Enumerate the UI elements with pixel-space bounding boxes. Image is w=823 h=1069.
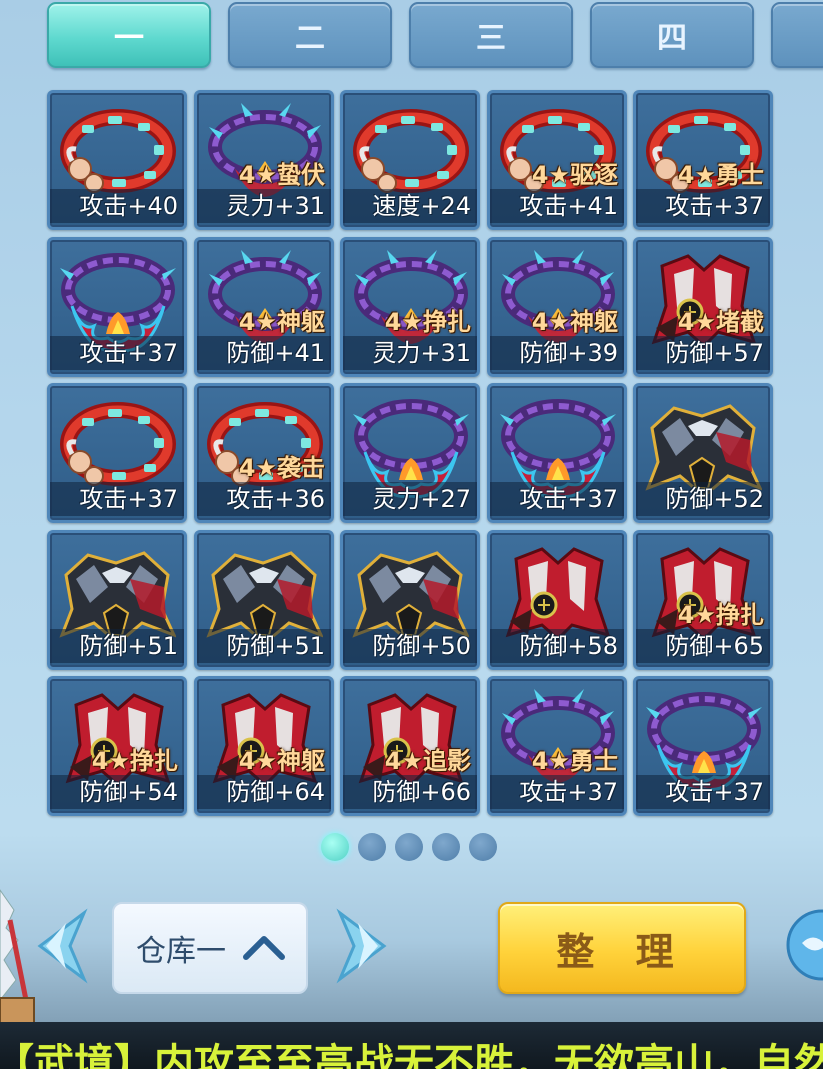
- item-slot-1[interactable]: 攻击+40: [47, 90, 187, 230]
- item-set-tag: 4★勇士: [531, 747, 618, 775]
- item-slot-22[interactable]: 4★神躯 防御+64: [194, 676, 334, 816]
- item-set-tag: 4★神躯: [238, 308, 325, 336]
- item-slot-20[interactable]: 4★挣扎 防御+65: [633, 530, 773, 670]
- item-stat: 攻击+37: [636, 189, 770, 223]
- ticker-text: 【武境】内攻至至高战无不胜，无欲高山，自然: [0, 1041, 823, 1069]
- item-set-tag: 4★堵截: [677, 308, 764, 336]
- chevron-up-icon: [243, 936, 285, 960]
- item-stat: 防御+51: [197, 629, 331, 663]
- item-slot-17[interactable]: 防御+51: [194, 530, 334, 670]
- item-stat: 攻击+40: [50, 189, 184, 223]
- item-stat: 防御+51: [50, 629, 184, 663]
- tab-3-label: 三: [476, 21, 506, 56]
- sort-button-label: 整 理: [556, 929, 688, 974]
- item-slot-10[interactable]: 4★堵截 防御+57: [633, 237, 773, 377]
- item-slot-9[interactable]: 4★神躯 防御+39: [487, 237, 627, 377]
- item-slot-3[interactable]: 速度+24: [340, 90, 480, 230]
- announcement-ticker: 【武境】内攻至至高战无不胜，无欲高山，自然: [0, 1022, 823, 1069]
- item-stat: 攻击+37: [50, 336, 184, 370]
- item-set-tag: 4★神躯: [531, 308, 618, 336]
- item-set-tag: 4★袭击: [238, 454, 325, 482]
- item-stat: 灵力+31: [343, 336, 477, 370]
- page-dot-3[interactable]: [395, 833, 423, 861]
- item-slot-25[interactable]: 攻击+37: [633, 676, 773, 816]
- tab-1[interactable]: 一: [47, 2, 211, 68]
- item-slot-14[interactable]: 攻击+37: [487, 383, 627, 523]
- sort-button[interactable]: 整 理: [498, 902, 746, 994]
- item-stat: 防御+39: [490, 336, 624, 370]
- tab-4[interactable]: 四: [590, 2, 754, 68]
- item-stat: 防御+65: [636, 629, 770, 663]
- item-stat: 防御+52: [636, 482, 770, 516]
- item-set-tag: 4★驱逐: [531, 161, 618, 189]
- item-stat: 攻击+41: [490, 189, 624, 223]
- storage-select[interactable]: 仓库一: [112, 902, 308, 994]
- item-set-tag: 4★蛰伏: [238, 161, 325, 189]
- item-set-tag: 4★追影: [384, 747, 471, 775]
- page-dot-2[interactable]: [358, 833, 386, 861]
- category-tabs: 一 二 三 四: [47, 2, 823, 70]
- page-dot-5[interactable]: [469, 833, 497, 861]
- tab-4-label: 四: [657, 21, 687, 56]
- item-stat: 防御+64: [197, 775, 331, 809]
- item-stat: 防御+57: [636, 336, 770, 370]
- arrow-left-icon[interactable]: [26, 905, 88, 987]
- item-stat: 速度+24: [343, 189, 477, 223]
- item-set-tag: 4★神躯: [238, 747, 325, 775]
- item-stat: 防御+58: [490, 629, 624, 663]
- item-stat: 防御+50: [343, 629, 477, 663]
- item-slot-12[interactable]: 4★袭击 攻击+36: [194, 383, 334, 523]
- item-slot-16[interactable]: 防御+51: [47, 530, 187, 670]
- item-slot-7[interactable]: 4★神躯 防御+41: [194, 237, 334, 377]
- item-slot-13[interactable]: 灵力+27: [340, 383, 480, 523]
- page-dot-1[interactable]: [321, 833, 349, 861]
- item-stat: 攻击+36: [197, 482, 331, 516]
- item-slot-21[interactable]: 4★挣扎 防御+54: [47, 676, 187, 816]
- tab-1-label: 一: [114, 21, 144, 56]
- item-slot-5[interactable]: 4★勇士 攻击+37: [633, 90, 773, 230]
- arrow-right-icon[interactable]: [336, 905, 398, 987]
- item-set-tag: 4★挣扎: [91, 747, 178, 775]
- item-stat: 灵力+27: [343, 482, 477, 516]
- item-slot-15[interactable]: 防御+52: [633, 383, 773, 523]
- item-stat: 防御+66: [343, 775, 477, 809]
- item-set-tag: 4★挣扎: [384, 308, 471, 336]
- item-slot-18[interactable]: 防御+50: [340, 530, 480, 670]
- tab-2-label: 二: [295, 21, 325, 56]
- storage-label: 仓库一: [136, 934, 226, 969]
- tab-3[interactable]: 三: [409, 2, 573, 68]
- item-set-tag: 4★挣扎: [677, 601, 764, 629]
- item-stat: 防御+54: [50, 775, 184, 809]
- item-stat: 防御+41: [197, 336, 331, 370]
- item-slot-23[interactable]: 4★追影 防御+66: [340, 676, 480, 816]
- page-dot-4[interactable]: [432, 833, 460, 861]
- item-stat: 攻击+37: [636, 775, 770, 809]
- item-slot-2[interactable]: 4★蛰伏 灵力+31: [194, 90, 334, 230]
- item-grid: 攻击+40 4★蛰伏 灵力+31 速度+24 4★驱逐 攻击+41 4★勇士 攻…: [47, 90, 773, 816]
- item-slot-6[interactable]: 攻击+37: [47, 237, 187, 377]
- item-stat: 攻击+37: [490, 775, 624, 809]
- item-set-tag: 4★勇士: [677, 161, 764, 189]
- item-stat: 灵力+31: [197, 189, 331, 223]
- item-slot-11[interactable]: 攻击+37: [47, 383, 187, 523]
- item-slot-8[interactable]: 4★挣扎 灵力+31: [340, 237, 480, 377]
- item-stat: 攻击+37: [490, 482, 624, 516]
- tab-5-partial[interactable]: [771, 2, 823, 68]
- item-slot-19[interactable]: 防御+58: [487, 530, 627, 670]
- item-slot-4[interactable]: 4★驱逐 攻击+41: [487, 90, 627, 230]
- item-slot-24[interactable]: 4★勇士 攻击+37: [487, 676, 627, 816]
- item-stat: 攻击+37: [50, 482, 184, 516]
- tab-2[interactable]: 二: [228, 2, 392, 68]
- side-round-button[interactable]: [780, 905, 823, 985]
